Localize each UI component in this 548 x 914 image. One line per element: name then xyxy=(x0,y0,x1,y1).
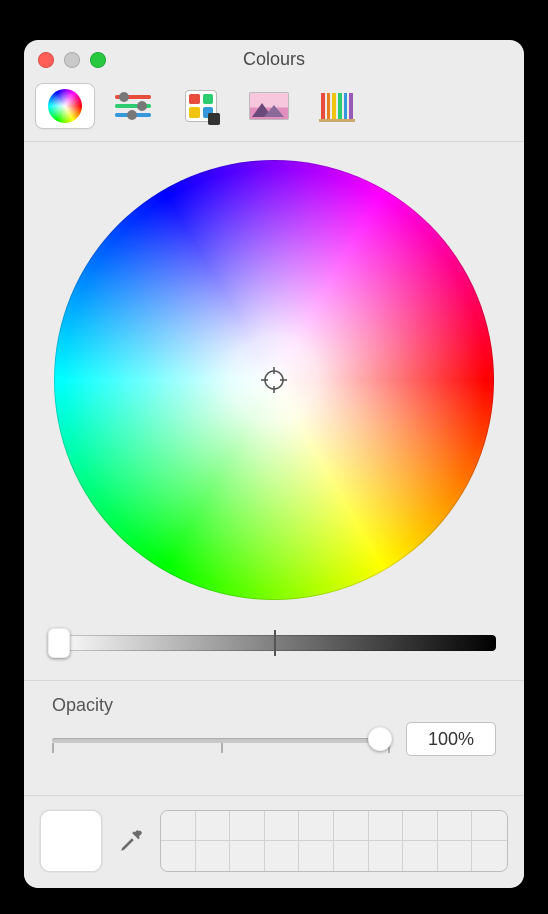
divider xyxy=(24,680,524,681)
swatch-slot[interactable] xyxy=(438,841,473,871)
swatch-slot[interactable] xyxy=(230,811,265,841)
tab-colour-wheel[interactable] xyxy=(36,84,94,128)
tab-colour-palettes[interactable] xyxy=(172,84,230,128)
swatch-slot[interactable] xyxy=(161,841,196,871)
palette-icon xyxy=(185,90,217,122)
sliders-icon xyxy=(115,90,151,122)
swatch-slot[interactable] xyxy=(369,811,404,841)
colour-wheel-icon xyxy=(48,89,82,123)
image-icon xyxy=(249,92,289,120)
swatch-slot[interactable] xyxy=(230,841,265,871)
picker-body: Opacity 100% xyxy=(24,142,524,756)
opacity-knob[interactable] xyxy=(368,727,392,751)
swatch-slot[interactable] xyxy=(196,841,231,871)
swatch-slot[interactable] xyxy=(403,841,438,871)
swatch-footer xyxy=(24,795,524,888)
eyedropper-icon xyxy=(118,828,144,854)
eyedropper-button[interactable] xyxy=(116,828,146,854)
swatch-slot[interactable] xyxy=(472,841,507,871)
swatch-slot[interactable] xyxy=(196,811,231,841)
opacity-slider[interactable] xyxy=(52,725,390,753)
tab-image-palettes[interactable] xyxy=(240,84,298,128)
picker-mode-toolbar xyxy=(24,78,524,142)
opacity-row: 100% xyxy=(52,722,496,756)
swatch-slot[interactable] xyxy=(299,841,334,871)
swatch-slot[interactable] xyxy=(334,811,369,841)
saved-swatches[interactable] xyxy=(160,810,508,872)
opacity-label: Opacity xyxy=(52,695,496,716)
swatch-slot[interactable] xyxy=(403,811,438,841)
titlebar: Colours xyxy=(24,40,524,78)
close-button[interactable] xyxy=(38,52,54,68)
swatch-slot[interactable] xyxy=(472,811,507,841)
traffic-lights xyxy=(38,52,106,68)
colour-wheel[interactable] xyxy=(54,160,494,600)
tab-colour-sliders[interactable] xyxy=(104,84,162,128)
minimise-button xyxy=(64,52,80,68)
fullscreen-button[interactable] xyxy=(90,52,106,68)
swatch-slot[interactable] xyxy=(265,841,300,871)
swatch-slot[interactable] xyxy=(161,811,196,841)
swatch-slot[interactable] xyxy=(265,811,300,841)
window-title: Colours xyxy=(243,49,305,70)
brightness-midpoint-tick xyxy=(274,630,276,656)
tab-pencils[interactable] xyxy=(308,84,366,128)
colour-picker-window: Colours xyxy=(24,40,524,888)
pencils-icon xyxy=(319,90,355,122)
swatch-slot[interactable] xyxy=(438,811,473,841)
swatch-slot[interactable] xyxy=(334,841,369,871)
brightness-slider[interactable] xyxy=(52,628,496,656)
current-colour-swatch[interactable] xyxy=(40,810,102,872)
swatch-slot[interactable] xyxy=(299,811,334,841)
brightness-knob[interactable] xyxy=(48,628,70,658)
opacity-field[interactable]: 100% xyxy=(406,722,496,756)
swatch-slot[interactable] xyxy=(369,841,404,871)
